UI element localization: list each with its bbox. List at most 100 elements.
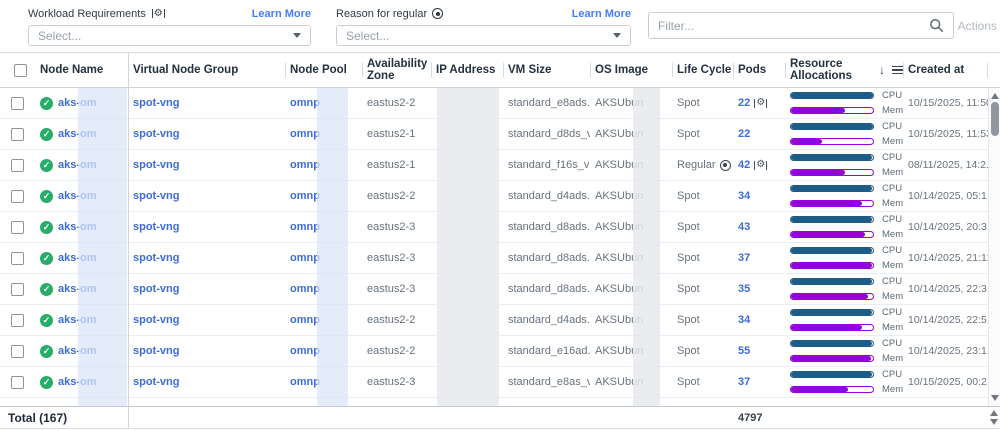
cpu-usage-label: CPU 99%	[882, 152, 903, 163]
node-pool-link[interactable]: omnp	[290, 376, 320, 388]
pods-count-link[interactable]: 34	[738, 314, 750, 326]
pods-count-link[interactable]: 22	[738, 128, 750, 140]
virtual-node-group-link[interactable]: spot-vng	[133, 252, 179, 264]
row-checkbox[interactable]	[11, 128, 24, 141]
virtual-node-group-link[interactable]: spot-vng	[133, 283, 179, 295]
virtual-node-group-link[interactable]: spot-vng	[133, 314, 179, 326]
table-row[interactable]: ✓ aks-om spot-vng omnp eastus2-3 standar…	[0, 274, 1000, 305]
pods-count-link[interactable]: 37	[738, 376, 750, 388]
column-menu-icon[interactable]	[892, 66, 903, 75]
node-healthy-icon: ✓	[40, 190, 53, 203]
row-checkbox[interactable]	[11, 345, 24, 358]
node-pool-link[interactable]: omnp	[290, 128, 320, 140]
memory-bar-row: Memory 38%	[790, 136, 903, 147]
node-pool-link[interactable]: omnp	[290, 252, 320, 264]
virtual-node-group-link[interactable]: spot-vng	[133, 128, 179, 140]
memory-bar-row: Memory 66%	[790, 167, 903, 178]
footer-scrollbar[interactable]	[988, 407, 999, 428]
column-header-node-pool[interactable]: Node Pool	[285, 53, 362, 87]
row-checkbox[interactable]	[11, 314, 24, 327]
virtual-node-group-link[interactable]: spot-vng	[133, 159, 179, 171]
cpu-bar-row: CPU 99%	[790, 369, 903, 380]
row-checkbox[interactable]	[11, 221, 24, 234]
row-checkbox[interactable]	[11, 97, 24, 110]
row-checkbox[interactable]	[11, 283, 24, 296]
reason-learn-more-link[interactable]: Learn More	[572, 8, 631, 20]
table-row[interactable]: ✓ aks-om spot-vng omnp eastus2-3 standar…	[0, 398, 1000, 406]
column-header-vm-size[interactable]: VM Size	[503, 53, 590, 87]
table-row[interactable]: ✓ aks-om spot-vng omnp eastus2-1 standar…	[0, 119, 1000, 150]
scroll-up-arrow-icon[interactable]	[991, 91, 999, 99]
scroll-up-arrow-icon[interactable]	[990, 410, 998, 416]
node-pool-link[interactable]: omnp	[290, 345, 320, 357]
row-checkbox[interactable]	[11, 159, 24, 172]
table-row[interactable]: ✓ aks-om spot-vng omnp eastus2-3 standar…	[0, 212, 1000, 243]
redacted-node-name-strip	[78, 88, 127, 406]
pods-count-link[interactable]: 35	[738, 283, 750, 295]
search-icon	[929, 18, 944, 33]
virtual-node-group-link[interactable]: spot-vng	[133, 190, 179, 202]
column-header-pods[interactable]: Pods	[733, 53, 785, 87]
chevron-down-icon	[293, 33, 301, 38]
select-all-checkbox[interactable]	[14, 64, 27, 77]
pods-count-link[interactable]: 43	[738, 221, 750, 233]
table-row[interactable]: ✓ aks-om spot-vng omnp eastus2-3 standar…	[0, 367, 1000, 398]
node-healthy-icon: ✓	[40, 97, 53, 110]
table-header: Node Name Virtual Node Group Node Pool A…	[0, 53, 1000, 88]
column-header-os-image[interactable]: OS Image	[590, 53, 672, 87]
column-header-created-at[interactable]: Created at	[903, 53, 988, 87]
pods-count-link[interactable]: 22	[738, 97, 750, 109]
table-row[interactable]: ✓ aks-om spot-vng omnp eastus2-1 standar…	[0, 150, 1000, 181]
virtual-node-group-link[interactable]: spot-vng	[133, 221, 179, 233]
column-header-ip-address[interactable]: IP Address	[431, 53, 503, 87]
table-row[interactable]: ✓ aks-om spot-vng omnp eastus2-2 standar…	[0, 88, 1000, 119]
life-cycle-value: Spot	[677, 128, 700, 140]
cpu-usage-bar	[790, 185, 874, 192]
table-row[interactable]: ✓ aks-om spot-vng omnp eastus2-2 standar…	[0, 305, 1000, 336]
row-checkbox[interactable]	[11, 252, 24, 265]
filter-search-box[interactable]	[648, 12, 954, 39]
column-header-availability-zone[interactable]: Availability Zone	[362, 53, 431, 87]
table-row[interactable]: ✓ aks-om spot-vng omnp eastus2-3 standar…	[0, 243, 1000, 274]
pods-total-value: 4797	[733, 412, 785, 424]
virtual-node-group-link[interactable]: spot-vng	[133, 97, 179, 109]
scroll-down-arrow-icon[interactable]	[990, 419, 998, 425]
pods-count-link[interactable]: 37	[738, 252, 750, 264]
column-header-node-name[interactable]: Node Name	[35, 53, 128, 87]
sort-desc-icon[interactable]: ↓	[879, 63, 885, 77]
table-row[interactable]: ✓ aks-om spot-vng omnp eastus2-2 standar…	[0, 336, 1000, 367]
node-pool-link[interactable]: omnp	[290, 283, 320, 295]
workload-requirements-select[interactable]: Select...	[28, 25, 311, 46]
reason-for-regular-select[interactable]: Select...	[336, 25, 631, 46]
node-pool-link[interactable]: omnp	[290, 159, 320, 171]
pods-count-link[interactable]: 42	[738, 159, 750, 171]
pods-count-link[interactable]: 55	[738, 345, 750, 357]
scroll-down-arrow-icon[interactable]	[991, 395, 999, 403]
table-row[interactable]: ✓ aks-om spot-vng omnp eastus2-2 standar…	[0, 181, 1000, 212]
column-header-virtual-node-group[interactable]: Virtual Node Group	[128, 53, 285, 87]
actions-button[interactable]: Actions	[958, 19, 997, 33]
scrollbar-thumb[interactable]	[991, 102, 999, 136]
node-pool-link[interactable]: omnp	[290, 97, 320, 109]
virtual-node-group-link[interactable]: spot-vng	[133, 345, 179, 357]
table-footer: Total (167) 4797	[0, 406, 1000, 429]
workload-learn-more-link[interactable]: Learn More	[252, 8, 311, 20]
row-checkbox[interactable]	[11, 190, 24, 203]
life-cycle-value: Spot	[677, 221, 700, 233]
pods-count-link[interactable]: 34	[738, 190, 750, 202]
node-healthy-icon: ✓	[40, 159, 53, 172]
vm-size-value: standard_e16ad...	[508, 345, 590, 357]
node-pool-link[interactable]: omnp	[290, 190, 320, 202]
redacted-ip-address-strip	[437, 88, 499, 406]
row-checkbox[interactable]	[11, 376, 24, 389]
column-header-life-cycle[interactable]: Life Cycle	[672, 53, 733, 87]
virtual-node-group-link[interactable]: spot-vng	[133, 376, 179, 388]
vertical-scrollbar[interactable]	[988, 88, 1000, 406]
column-header-resource-allocations[interactable]: Resource Allocations ↓	[785, 53, 903, 87]
filter-input[interactable]	[658, 19, 929, 33]
vm-size-value: standard_e8as_v4	[508, 376, 590, 388]
memory-bar-row: Memory 86%	[790, 198, 903, 209]
node-pool-link[interactable]: omnp	[290, 314, 320, 326]
pods-k8s-wheel-icon: ⚙	[753, 160, 768, 170]
node-pool-link[interactable]: omnp	[290, 221, 320, 233]
